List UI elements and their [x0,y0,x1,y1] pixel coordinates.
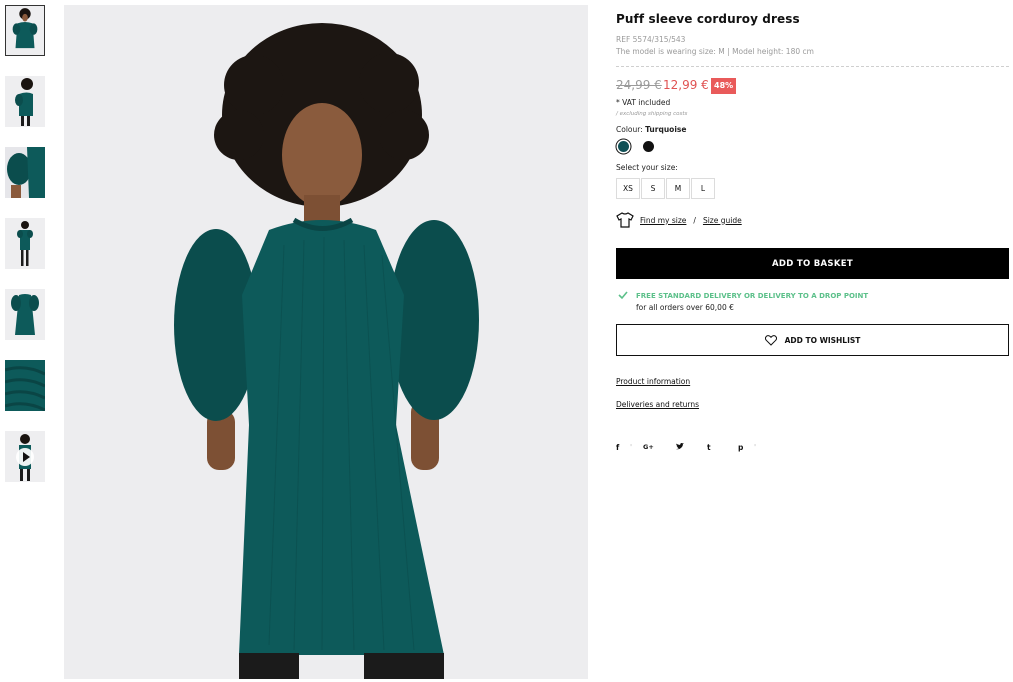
size-l-button[interactable]: L [691,178,715,199]
divider-tick: ' [630,443,633,452]
deliveries-returns-link[interactable]: Deliveries and returns [616,400,699,409]
size-s-button[interactable]: S [641,178,665,199]
vat-note: * VAT included [616,98,671,107]
sale-price: 12,99 € [663,78,709,92]
separator: / [693,215,696,225]
size-label: Select your size: [616,163,678,172]
colour-swatch-black[interactable] [643,141,654,152]
shipping-note: / excluding shipping costs [616,111,688,117]
twitter-icon[interactable] [676,443,684,452]
discount-badge: 48% [711,78,737,94]
thumbnail-4[interactable] [5,218,45,269]
tumblr-icon[interactable]: t [707,443,711,452]
thumbnail-6[interactable] [5,360,45,411]
product-information-link[interactable]: Product information [616,377,690,386]
find-my-size-link[interactable]: Find my size [640,216,686,225]
size-guide-link[interactable]: Size guide [703,216,742,225]
size-selector: XS S M L [616,178,716,199]
divider [616,66,1009,67]
product-main-image [64,5,588,679]
colour-swatch-turquoise[interactable] [618,141,629,152]
colour-label: Colour: Turquoise [616,125,686,134]
colour-value: Turquoise [645,125,687,134]
product-title: Puff sleeve corduroy dress [616,12,800,26]
delivery-headline: FREE STANDARD DELIVERY OR DELIVERY TO A … [636,292,869,300]
play-icon[interactable] [16,448,34,466]
wishlist-label: ADD TO WISHLIST [784,335,861,345]
thumbnail-5[interactable] [5,289,45,340]
size-m-button[interactable]: M [666,178,690,199]
check-icon [618,291,628,300]
add-to-basket-button[interactable]: ADD TO BASKET [616,248,1009,279]
thumbnail-2[interactable] [5,76,45,127]
facebook-icon[interactable]: f [616,443,619,452]
size-help-row: Find my size / Size guide [616,212,742,228]
divider-tick: ' [754,443,757,452]
tshirt-icon [616,212,634,228]
thumbnail-3[interactable] [5,147,45,198]
old-price: 24,99 € [616,78,662,92]
delivery-subline: for all orders over 60,00 € [636,303,734,312]
colour-label-text: Colour: [616,125,643,134]
heart-icon [764,334,777,346]
thumbnail-1[interactable] [5,5,45,56]
thumbnail-video[interactable] [5,431,45,482]
add-to-wishlist-button[interactable]: ADD TO WISHLIST [616,324,1009,356]
googleplus-icon[interactable]: G+ [643,443,654,451]
size-xs-button[interactable]: XS [616,178,640,199]
model-info: The model is wearing size: M | Model hei… [616,47,814,56]
social-share: f ' G+ t p ' [616,443,776,455]
pinterest-icon[interactable]: p [738,443,743,452]
product-reference: REF 5574/315/543 [616,35,686,44]
